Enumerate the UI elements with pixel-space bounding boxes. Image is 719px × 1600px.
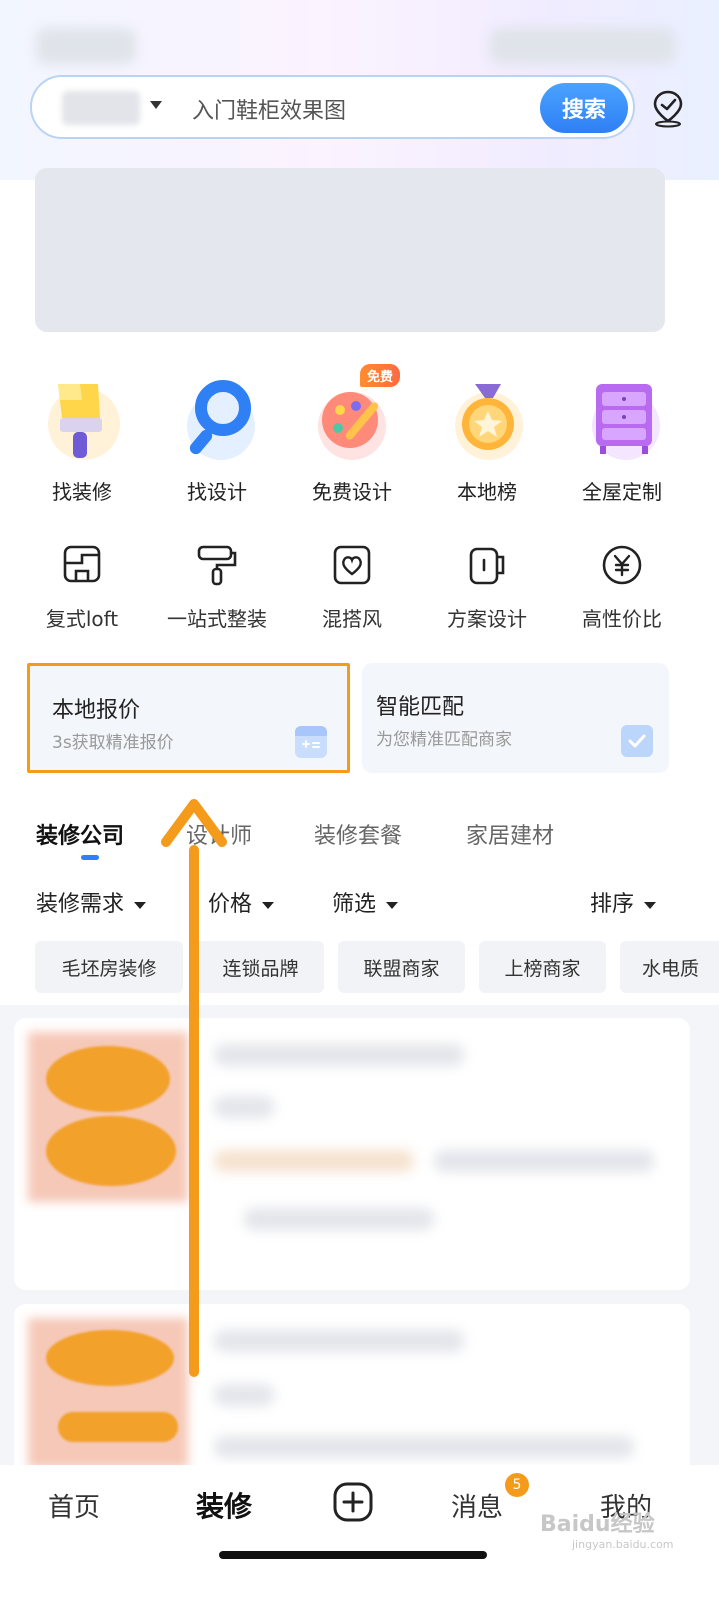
paint-brush-icon [40, 378, 124, 462]
company-info [214, 1436, 634, 1458]
subcategory-mix-style[interactable]: 混搭风 [287, 543, 417, 632]
add-icon[interactable] [332, 1481, 374, 1523]
chevron-down-icon [386, 901, 399, 909]
category-label: 找设计 [187, 480, 247, 504]
category-find-design[interactable]: 找设计 [152, 378, 282, 505]
category-label: 找装修 [52, 480, 112, 504]
instruction-arrow-icon [161, 799, 227, 1377]
search-bar[interactable]: 入门鞋柜效果图 搜索 [30, 75, 635, 139]
subcategory-plan-design[interactable]: 方案设计 [422, 543, 552, 632]
magnifier-icon [175, 378, 259, 462]
category-label: 免费设计 [312, 480, 392, 504]
cup-icon [469, 547, 505, 585]
company-thumbnail [46, 1046, 170, 1112]
category-free-design[interactable]: 免费 免费设计 [287, 364, 417, 505]
list-item[interactable] [14, 1304, 690, 1474]
subcategory-label: 复式loft [45, 607, 119, 631]
company-thumbnail [46, 1116, 176, 1186]
card-subtitle: 为您精准匹配商家 [376, 730, 512, 750]
nav-decoration[interactable]: 装修 [196, 1485, 252, 1525]
heart-frame-icon [333, 545, 371, 585]
tab-decoration-company[interactable]: 装修公司 [36, 818, 124, 850]
company-info [434, 1150, 654, 1172]
watermark-url: jingyan.baidu.com [572, 1538, 674, 1551]
subcategory-label: 混搭风 [322, 607, 382, 631]
tab-building-materials[interactable]: 家居建材 [466, 818, 554, 850]
filter-screen[interactable]: 筛选 [332, 886, 399, 918]
chevron-down-icon [262, 901, 275, 909]
company-info [244, 1208, 434, 1230]
location-pin-icon[interactable] [648, 88, 688, 128]
filter-label: 排序 [590, 892, 635, 917]
card-subtitle: 3s获取精准报价 [52, 733, 174, 753]
subcategory-loft[interactable]: 复式loft [17, 543, 147, 632]
medal-icon [445, 378, 529, 462]
free-badge: 免费 [359, 364, 400, 387]
category-label: 全屋定制 [582, 480, 662, 504]
category-label: 本地榜 [457, 480, 517, 504]
category-local-ranking[interactable]: 本地榜 [422, 378, 552, 505]
chip-plumbing[interactable]: 水电质 [620, 941, 719, 993]
yen-icon [602, 545, 642, 585]
status-bar-left-blur [36, 28, 136, 64]
card-title: 本地报价 [52, 698, 141, 723]
watermark-logo: Baidu经验 [540, 1512, 655, 1537]
palette-icon: 免费 [310, 364, 400, 462]
promo-banner[interactable] [35, 168, 665, 332]
company-name [214, 1044, 464, 1066]
company-thumbnail [58, 1412, 178, 1442]
local-quote-card[interactable]: 本地报价 3s获取精准报价 [27, 663, 350, 773]
category-custom-furniture[interactable]: 全屋定制 [557, 378, 687, 505]
smart-match-card[interactable]: 智能匹配 为您精准匹配商家 [362, 663, 669, 773]
subcategory-label: 一站式整装 [167, 607, 267, 631]
status-bar-right-blur [490, 28, 675, 64]
calculator-icon [295, 726, 327, 758]
cabinet-icon [580, 378, 664, 462]
company-name [214, 1330, 464, 1352]
checklist-icon [621, 725, 653, 757]
chevron-down-icon [644, 901, 657, 909]
message-count-badge: 5 [505, 1473, 529, 1497]
subcategory-label: 高性价比 [582, 607, 662, 631]
home-indicator[interactable] [219, 1551, 487, 1559]
chevron-down-icon [134, 901, 147, 909]
chip-alliance-merchant[interactable]: 联盟商家 [338, 941, 465, 993]
company-rating [214, 1384, 274, 1406]
chip-ranked-merchant[interactable]: 上榜商家 [479, 941, 606, 993]
company-thumbnail [46, 1330, 174, 1386]
search-input[interactable]: 入门鞋柜效果图 [192, 93, 346, 125]
nav-home[interactable]: 首页 [48, 1487, 100, 1524]
list-item[interactable] [14, 1018, 690, 1290]
filter-label: 装修需求 [36, 892, 125, 917]
tab-package[interactable]: 装修套餐 [314, 818, 402, 850]
filter-label: 筛选 [332, 892, 377, 917]
loft-icon [63, 545, 101, 583]
card-title: 智能匹配 [376, 695, 465, 720]
search-button[interactable]: 搜索 [540, 83, 628, 133]
nav-messages[interactable]: 消息 [451, 1487, 503, 1524]
subcategory-value[interactable]: 高性价比 [557, 543, 687, 632]
filter-needs[interactable]: 装修需求 [36, 886, 147, 918]
filter-sort[interactable]: 排序 [590, 886, 657, 918]
paint-roller-icon [197, 545, 237, 586]
company-tags [214, 1150, 414, 1172]
category-find-renovation[interactable]: 找装修 [17, 378, 147, 505]
chevron-down-icon[interactable] [150, 101, 162, 109]
city-selector[interactable] [62, 91, 140, 125]
subcategory-label: 方案设计 [447, 607, 527, 631]
subcategory-one-stop[interactable]: 一站式整装 [152, 543, 282, 632]
active-tab-indicator [81, 855, 99, 860]
